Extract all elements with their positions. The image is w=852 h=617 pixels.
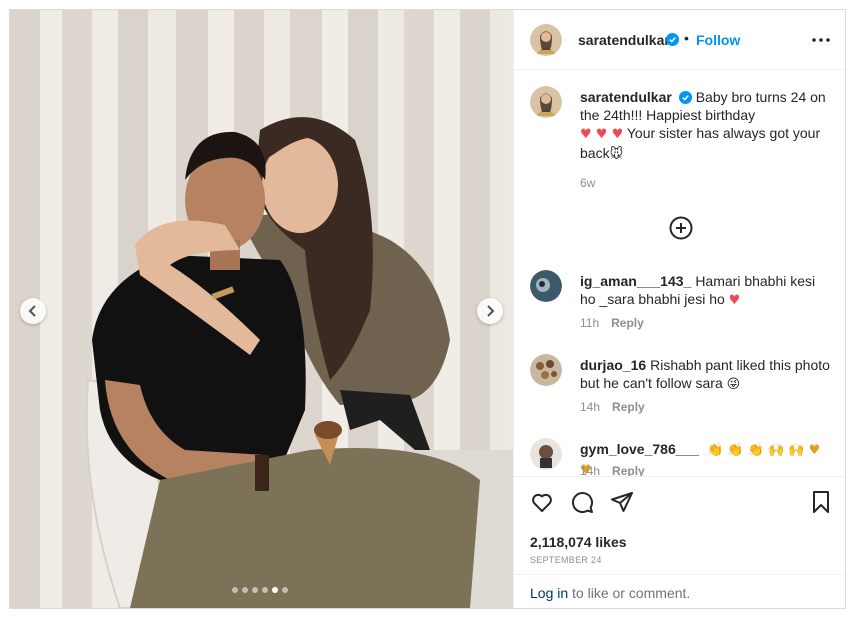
comment-meta: 14h Reply [580,464,645,476]
slide-dot [282,587,288,593]
slide-dot [242,587,248,593]
post-date[interactable]: September 24 [530,555,602,565]
verified-badge-icon [678,91,692,104]
slide-dot-active [272,587,278,593]
comment-age[interactable]: 14h [580,464,600,476]
reply-button[interactable]: Reply [611,316,644,330]
comment-username[interactable]: ig_aman___143_ [580,273,691,289]
caption-text: saratendulkar Baby bro turns 24 on the 2… [580,88,830,164]
heart-icon[interactable] [530,490,554,514]
caption-age[interactable]: 6w [580,176,595,190]
caption-avatar[interactable] [530,86,562,118]
comment-username[interactable]: durjao_16 [580,357,646,373]
comment-meta: 11h Reply [580,316,644,330]
comment-username[interactable]: gym_love_786___ [580,441,699,457]
post-actions: 2,118,074 likes September 24 Log in to l… [514,476,847,608]
slide-dot [262,587,268,593]
post-panel: saratendulkar • Follow saratendulkar Bab… [513,10,847,608]
caption-emoji: 🐭 [609,147,624,162]
comment-avatar[interactable] [530,438,562,470]
post-card: saratendulkar • Follow saratendulkar Bab… [9,9,847,609]
follow-button[interactable]: Follow [696,32,740,48]
previous-slide-button[interactable] [20,298,46,324]
slide-dot [252,587,258,593]
reply-button[interactable]: Reply [612,400,645,414]
comment-text: durjao_16 Rishabh pant liked this photo b… [580,356,830,394]
caption-username[interactable]: saratendulkar [580,89,672,105]
post-media[interactable] [10,10,513,608]
login-prompt: Log in to like or comment. [514,574,847,609]
share-icon[interactable] [610,490,634,514]
slide-indicator [232,587,288,593]
caption-hearts: ♥ ♥ ♥ [580,127,624,142]
plus-circle-icon[interactable] [669,216,693,240]
next-slide-button[interactable] [477,298,503,324]
comment-text: ig_aman___143_ Hamari bhabhi kesi ho _sar… [580,272,830,310]
comment-emoji: ♥ [728,293,741,308]
comment-avatar[interactable] [530,354,562,386]
comment-emoji: 😜 [726,377,741,392]
comment-meta: 14h Reply [580,400,645,414]
author-avatar[interactable] [530,24,562,56]
bookmark-icon[interactable] [809,490,833,514]
slide-dot [232,587,238,593]
header-separator: • [684,30,689,46]
more-options-button[interactable] [810,30,832,50]
comments-section[interactable]: saratendulkar Baby bro turns 24 on the 2… [514,70,847,476]
chevron-left-icon [28,305,36,317]
verified-badge-icon [666,33,679,46]
post-header: saratendulkar • Follow [514,10,847,70]
post-photo [10,10,513,608]
comment-age[interactable]: 11h [580,316,599,330]
comment-avatar[interactable] [530,270,562,302]
reply-button[interactable]: Reply [612,464,645,476]
more-icon [812,38,830,42]
likes-count[interactable]: 2,118,074 likes [530,534,627,550]
login-link[interactable]: Log in [530,585,568,601]
comment-age[interactable]: 14h [580,400,600,414]
login-text: to like or comment. [568,585,691,601]
chevron-right-icon [487,305,495,317]
comment-icon[interactable] [570,490,594,514]
author-username[interactable]: saratendulkar [578,32,670,48]
